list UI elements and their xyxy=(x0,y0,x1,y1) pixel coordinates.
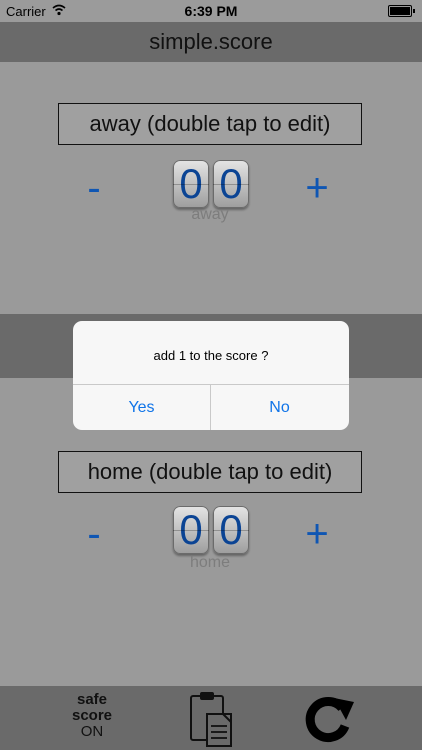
home-score-digit: 0 xyxy=(213,506,249,554)
away-score-display: 0 0 xyxy=(173,160,253,208)
away-score-digit: 0 xyxy=(213,160,249,208)
no-button[interactable]: No xyxy=(211,385,348,430)
away-plus-button[interactable]: + xyxy=(297,168,337,208)
app-title: simple.score xyxy=(0,22,422,62)
safe-score-line2: score xyxy=(71,707,113,724)
home-score-digit: 0 xyxy=(173,506,209,554)
away-score-caption: away xyxy=(191,206,229,223)
home-score-display: 0 0 xyxy=(173,506,253,554)
yes-button[interactable]: Yes xyxy=(73,385,210,430)
dialog-message: add 1 to the score ? xyxy=(153,348,269,363)
reset-icon[interactable] xyxy=(298,692,356,748)
safe-score-toggle[interactable]: safe score ON xyxy=(62,692,122,740)
home-score-caption: home xyxy=(189,554,231,571)
away-team-label[interactable]: away (double tap to edit) xyxy=(58,103,362,145)
clipboard-icon[interactable] xyxy=(189,690,235,748)
confirm-dialog: add 1 to the score ? Yes No xyxy=(73,321,349,430)
home-team-label[interactable]: home (double tap to edit) xyxy=(58,451,362,493)
home-plus-button[interactable]: + xyxy=(297,514,337,554)
home-minus-button[interactable]: - xyxy=(74,514,114,554)
status-bar: Carrier 6:39 PM xyxy=(0,0,422,22)
safe-score-line1: safe xyxy=(76,691,108,708)
battery-icon xyxy=(388,5,415,17)
status-time: 6:39 PM xyxy=(184,3,238,19)
safe-score-state: ON xyxy=(80,723,104,740)
away-score-digit: 0 xyxy=(173,160,209,208)
away-minus-button[interactable]: - xyxy=(74,168,114,208)
